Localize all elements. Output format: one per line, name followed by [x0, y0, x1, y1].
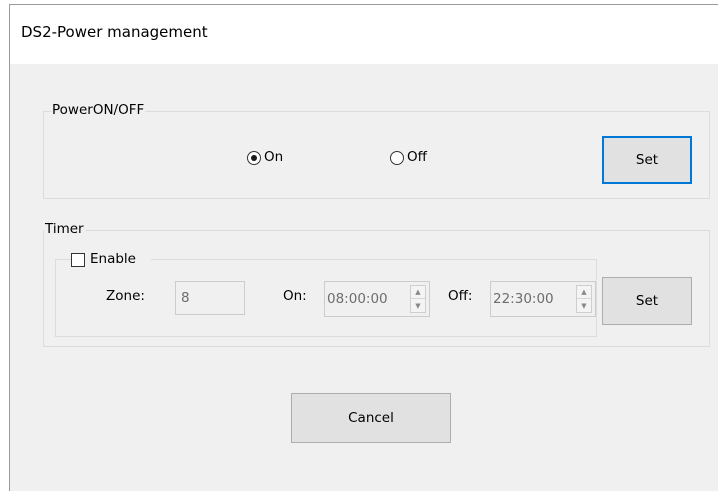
enable-label: Enable: [90, 251, 136, 267]
power-off-label: Off: [407, 149, 427, 165]
off-time-value: 22:30:00: [493, 291, 554, 307]
radio-selected-icon: [247, 151, 261, 165]
timer-group: Timer Enable Zone: 8 On: 08:00:00 ▲ ▼ Of…: [43, 221, 710, 347]
spin-down-icon[interactable]: ▼: [411, 299, 425, 312]
off-time-spinner[interactable]: 22:30:00 ▲ ▼: [490, 281, 596, 317]
on-time-label: On:: [283, 288, 307, 304]
timer-set-button[interactable]: Set: [602, 277, 692, 325]
timer-inner-group: Enable Zone: 8 On: 08:00:00 ▲ ▼ Off: 22:…: [55, 251, 597, 337]
checkbox-icon: [71, 253, 85, 267]
power-set-button[interactable]: Set: [602, 136, 692, 184]
power-group-legend: PowerON/OFF: [51, 102, 146, 118]
power-group: PowerON/OFF On Off Set: [43, 102, 710, 199]
on-time-value: 08:00:00: [327, 291, 388, 307]
power-off-radio[interactable]: Off: [390, 149, 450, 169]
power-on-label: On: [264, 149, 284, 165]
timer-group-legend: Timer: [44, 221, 85, 237]
spin-down-icon[interactable]: ▼: [577, 299, 591, 312]
title-bar[interactable]: DS2-Power management: [10, 5, 718, 64]
power-management-dialog: DS2-Power management PowerON/OFF On Off …: [9, 4, 718, 491]
power-on-radio[interactable]: On: [247, 149, 307, 169]
zone-field[interactable]: 8: [175, 281, 245, 315]
radio-unselected-icon: [390, 151, 404, 165]
off-time-label: Off:: [448, 288, 473, 304]
zone-label: Zone:: [106, 288, 145, 304]
spin-up-icon[interactable]: ▲: [411, 286, 425, 299]
spin-up-icon[interactable]: ▲: [577, 286, 591, 299]
cancel-button[interactable]: Cancel: [291, 393, 451, 443]
on-time-spin-buttons[interactable]: ▲ ▼: [410, 285, 426, 313]
window-title: DS2-Power management: [21, 23, 208, 41]
off-time-spin-buttons[interactable]: ▲ ▼: [576, 285, 592, 313]
on-time-spinner[interactable]: 08:00:00 ▲ ▼: [324, 281, 430, 317]
enable-checkbox[interactable]: Enable: [71, 251, 151, 269]
